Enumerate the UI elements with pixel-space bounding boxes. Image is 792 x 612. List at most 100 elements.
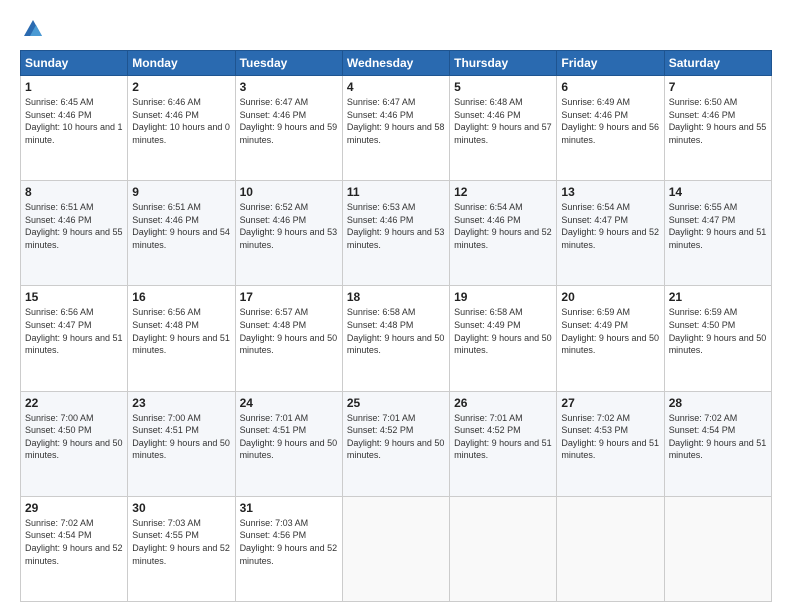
day-info: Sunrise: 7:00 AM Sunset: 4:50 PM Dayligh… [25,412,123,462]
calendar-header-saturday: Saturday [664,51,771,76]
header [20,18,772,40]
day-number: 21 [669,290,767,304]
day-info: Sunrise: 7:02 AM Sunset: 4:54 PM Dayligh… [669,412,767,462]
calendar-cell: 16 Sunrise: 6:56 AM Sunset: 4:48 PM Dayl… [128,286,235,391]
calendar-cell: 7 Sunrise: 6:50 AM Sunset: 4:46 PM Dayli… [664,76,771,181]
calendar-cell [557,496,664,601]
day-info: Sunrise: 7:01 AM Sunset: 4:51 PM Dayligh… [240,412,338,462]
calendar-header-row: SundayMondayTuesdayWednesdayThursdayFrid… [21,51,772,76]
calendar-header-tuesday: Tuesday [235,51,342,76]
calendar-cell: 9 Sunrise: 6:51 AM Sunset: 4:46 PM Dayli… [128,181,235,286]
calendar-cell: 18 Sunrise: 6:58 AM Sunset: 4:48 PM Dayl… [342,286,449,391]
day-info: Sunrise: 6:45 AM Sunset: 4:46 PM Dayligh… [25,96,123,146]
day-number: 13 [561,185,659,199]
day-info: Sunrise: 6:51 AM Sunset: 4:46 PM Dayligh… [132,201,230,251]
day-info: Sunrise: 7:03 AM Sunset: 4:55 PM Dayligh… [132,517,230,567]
calendar-cell: 1 Sunrise: 6:45 AM Sunset: 4:46 PM Dayli… [21,76,128,181]
calendar-cell [664,496,771,601]
page: SundayMondayTuesdayWednesdayThursdayFrid… [0,0,792,612]
calendar-cell: 30 Sunrise: 7:03 AM Sunset: 4:55 PM Dayl… [128,496,235,601]
day-info: Sunrise: 6:55 AM Sunset: 4:47 PM Dayligh… [669,201,767,251]
day-number: 7 [669,80,767,94]
day-number: 3 [240,80,338,94]
calendar-cell: 8 Sunrise: 6:51 AM Sunset: 4:46 PM Dayli… [21,181,128,286]
calendar-week-1: 1 Sunrise: 6:45 AM Sunset: 4:46 PM Dayli… [21,76,772,181]
calendar-cell: 5 Sunrise: 6:48 AM Sunset: 4:46 PM Dayli… [450,76,557,181]
calendar-cell: 17 Sunrise: 6:57 AM Sunset: 4:48 PM Dayl… [235,286,342,391]
day-info: Sunrise: 6:50 AM Sunset: 4:46 PM Dayligh… [669,96,767,146]
calendar-cell: 6 Sunrise: 6:49 AM Sunset: 4:46 PM Dayli… [557,76,664,181]
calendar-cell: 11 Sunrise: 6:53 AM Sunset: 4:46 PM Dayl… [342,181,449,286]
logo [20,18,44,40]
day-number: 4 [347,80,445,94]
day-info: Sunrise: 6:58 AM Sunset: 4:48 PM Dayligh… [347,306,445,356]
day-number: 19 [454,290,552,304]
day-info: Sunrise: 6:48 AM Sunset: 4:46 PM Dayligh… [454,96,552,146]
day-number: 11 [347,185,445,199]
day-info: Sunrise: 6:54 AM Sunset: 4:46 PM Dayligh… [454,201,552,251]
logo-icon [22,18,44,40]
calendar-cell: 12 Sunrise: 6:54 AM Sunset: 4:46 PM Dayl… [450,181,557,286]
day-info: Sunrise: 6:58 AM Sunset: 4:49 PM Dayligh… [454,306,552,356]
calendar-cell: 28 Sunrise: 7:02 AM Sunset: 4:54 PM Dayl… [664,391,771,496]
day-info: Sunrise: 6:59 AM Sunset: 4:50 PM Dayligh… [669,306,767,356]
calendar-cell: 22 Sunrise: 7:00 AM Sunset: 4:50 PM Dayl… [21,391,128,496]
calendar-week-3: 15 Sunrise: 6:56 AM Sunset: 4:47 PM Dayl… [21,286,772,391]
day-number: 15 [25,290,123,304]
day-number: 31 [240,501,338,515]
calendar-cell: 31 Sunrise: 7:03 AM Sunset: 4:56 PM Dayl… [235,496,342,601]
day-info: Sunrise: 7:01 AM Sunset: 4:52 PM Dayligh… [454,412,552,462]
calendar-header-friday: Friday [557,51,664,76]
day-number: 10 [240,185,338,199]
calendar-cell: 15 Sunrise: 6:56 AM Sunset: 4:47 PM Dayl… [21,286,128,391]
day-info: Sunrise: 6:56 AM Sunset: 4:47 PM Dayligh… [25,306,123,356]
day-info: Sunrise: 6:47 AM Sunset: 4:46 PM Dayligh… [240,96,338,146]
calendar-cell: 20 Sunrise: 6:59 AM Sunset: 4:49 PM Dayl… [557,286,664,391]
calendar-header-monday: Monday [128,51,235,76]
calendar-cell: 3 Sunrise: 6:47 AM Sunset: 4:46 PM Dayli… [235,76,342,181]
day-number: 23 [132,396,230,410]
day-number: 6 [561,80,659,94]
calendar-cell: 10 Sunrise: 6:52 AM Sunset: 4:46 PM Dayl… [235,181,342,286]
day-number: 1 [25,80,123,94]
day-number: 20 [561,290,659,304]
calendar-cell: 2 Sunrise: 6:46 AM Sunset: 4:46 PM Dayli… [128,76,235,181]
day-number: 22 [25,396,123,410]
calendar-cell: 25 Sunrise: 7:01 AM Sunset: 4:52 PM Dayl… [342,391,449,496]
day-info: Sunrise: 6:51 AM Sunset: 4:46 PM Dayligh… [25,201,123,251]
day-number: 17 [240,290,338,304]
day-info: Sunrise: 6:57 AM Sunset: 4:48 PM Dayligh… [240,306,338,356]
calendar-week-5: 29 Sunrise: 7:02 AM Sunset: 4:54 PM Dayl… [21,496,772,601]
calendar-header-wednesday: Wednesday [342,51,449,76]
day-info: Sunrise: 7:02 AM Sunset: 4:54 PM Dayligh… [25,517,123,567]
calendar-cell: 24 Sunrise: 7:01 AM Sunset: 4:51 PM Dayl… [235,391,342,496]
calendar-cell: 14 Sunrise: 6:55 AM Sunset: 4:47 PM Dayl… [664,181,771,286]
day-info: Sunrise: 7:00 AM Sunset: 4:51 PM Dayligh… [132,412,230,462]
calendar-cell: 29 Sunrise: 7:02 AM Sunset: 4:54 PM Dayl… [21,496,128,601]
calendar-cell: 23 Sunrise: 7:00 AM Sunset: 4:51 PM Dayl… [128,391,235,496]
calendar-table: SundayMondayTuesdayWednesdayThursdayFrid… [20,50,772,602]
calendar-cell: 19 Sunrise: 6:58 AM Sunset: 4:49 PM Dayl… [450,286,557,391]
day-number: 24 [240,396,338,410]
day-number: 8 [25,185,123,199]
day-number: 2 [132,80,230,94]
calendar-cell: 13 Sunrise: 6:54 AM Sunset: 4:47 PM Dayl… [557,181,664,286]
calendar-cell: 4 Sunrise: 6:47 AM Sunset: 4:46 PM Dayli… [342,76,449,181]
day-number: 25 [347,396,445,410]
calendar-header-thursday: Thursday [450,51,557,76]
day-number: 26 [454,396,552,410]
calendar-header-sunday: Sunday [21,51,128,76]
day-info: Sunrise: 6:53 AM Sunset: 4:46 PM Dayligh… [347,201,445,251]
day-number: 5 [454,80,552,94]
day-number: 18 [347,290,445,304]
day-info: Sunrise: 6:49 AM Sunset: 4:46 PM Dayligh… [561,96,659,146]
day-info: Sunrise: 6:59 AM Sunset: 4:49 PM Dayligh… [561,306,659,356]
day-info: Sunrise: 7:03 AM Sunset: 4:56 PM Dayligh… [240,517,338,567]
day-number: 30 [132,501,230,515]
day-number: 12 [454,185,552,199]
day-number: 28 [669,396,767,410]
day-number: 9 [132,185,230,199]
day-info: Sunrise: 6:56 AM Sunset: 4:48 PM Dayligh… [132,306,230,356]
day-info: Sunrise: 6:54 AM Sunset: 4:47 PM Dayligh… [561,201,659,251]
calendar-cell [450,496,557,601]
